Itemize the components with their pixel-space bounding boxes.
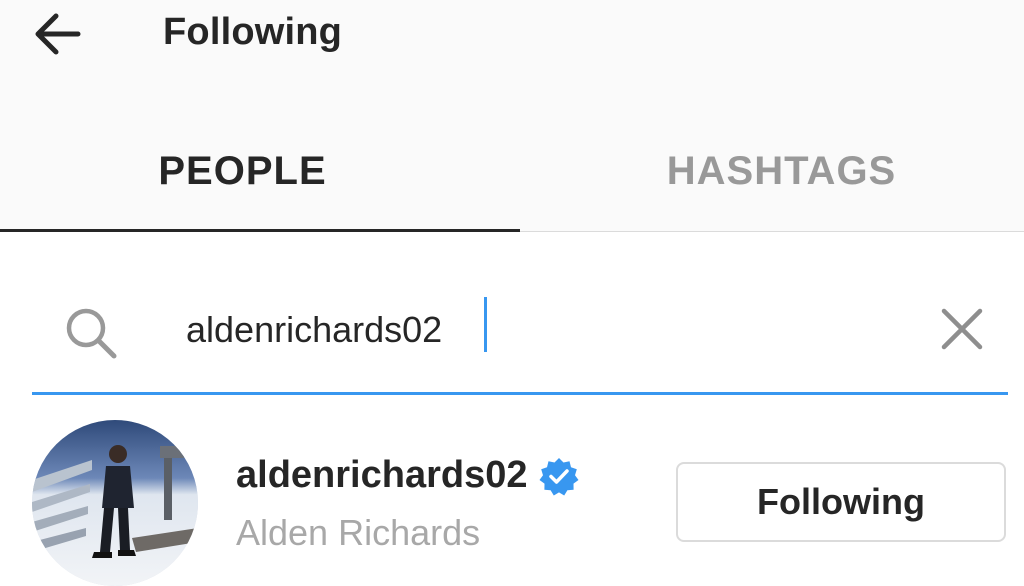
tab-divider xyxy=(520,231,1024,232)
avatar[interactable] xyxy=(32,420,198,586)
search-input[interactable] xyxy=(186,300,906,360)
arrow-left-icon xyxy=(35,13,81,55)
full-name: Alden Richards xyxy=(236,512,481,553)
text-cursor xyxy=(484,297,487,352)
tab-people[interactable]: PEOPLE xyxy=(0,130,497,212)
list-item[interactable]: aldenrichards02 Alden Richards Following xyxy=(0,410,1024,586)
following-button[interactable]: Following xyxy=(676,462,1006,542)
username-line: aldenrichards02 xyxy=(236,454,579,497)
tab-bar: PEOPLE HASHTAGS xyxy=(0,130,1024,212)
profile-photo xyxy=(32,420,198,586)
page-title: Following xyxy=(163,11,343,53)
username[interactable]: aldenrichards02 xyxy=(236,454,527,497)
clear-search-button[interactable] xyxy=(935,302,989,356)
tab-hashtags[interactable]: HASHTAGS xyxy=(497,130,1024,212)
back-button[interactable] xyxy=(22,6,90,62)
top-bar: Following PEOPLE HASHTAGS xyxy=(0,0,1024,232)
search-icon xyxy=(66,308,117,359)
search-bar xyxy=(32,280,1008,392)
close-icon xyxy=(941,308,983,350)
search-underline xyxy=(32,392,1008,395)
active-tab-indicator xyxy=(0,229,520,232)
verified-badge-icon xyxy=(539,457,579,495)
